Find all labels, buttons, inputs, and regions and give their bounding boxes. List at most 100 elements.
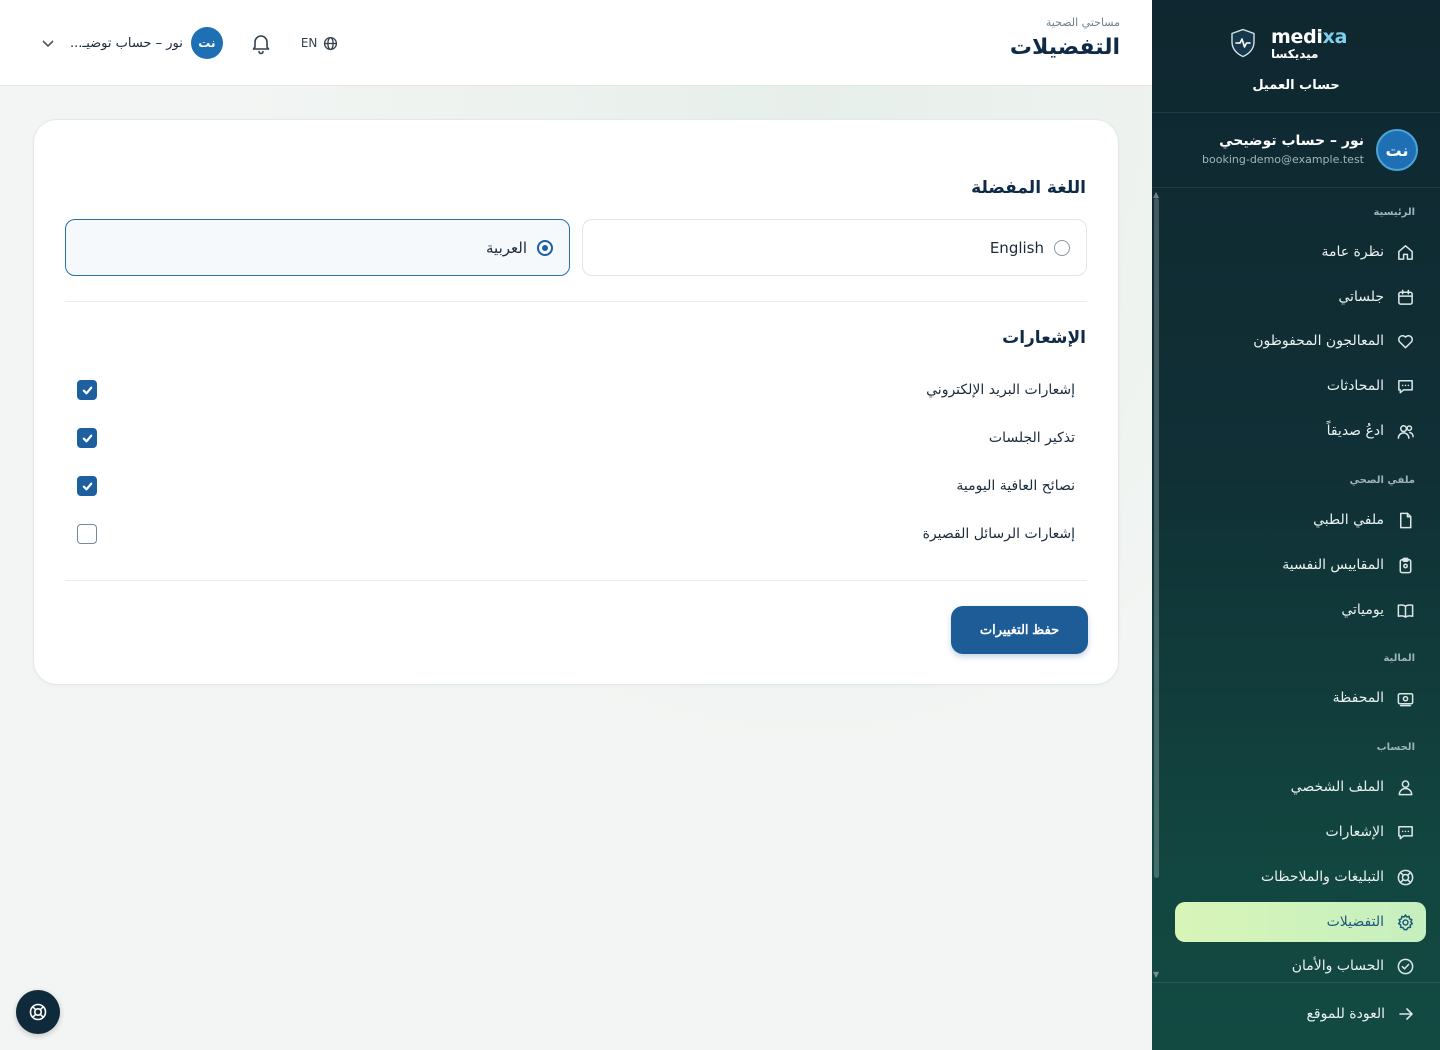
- top-bar: مساحتي الصحية التفضيلات نور – حساب توضيـ…: [0, 0, 1152, 86]
- sidebar-item-profile[interactable]: الملف الشخصي: [1175, 767, 1426, 807]
- user-menu-name[interactable]: نور – حساب توضيـ...: [70, 36, 183, 51]
- user-card: نت نور – حساب توضيحي booking-demo@exampl…: [1152, 113, 1440, 188]
- section-label-finance: المالية: [1383, 653, 1415, 664]
- sidebar-item-saved-therapists[interactable]: المعالجون المحفوظون: [1175, 321, 1426, 361]
- check-circle-icon: [1395, 956, 1415, 976]
- sidebar-item-wallet[interactable]: المحفظة: [1175, 678, 1426, 718]
- top-actions: نور – حساب توضيـ... نت EN: [40, 27, 339, 59]
- book-icon: [1395, 600, 1415, 620]
- radio-english[interactable]: [1054, 239, 1070, 256]
- sidebar-item-label: نظرة عامة: [1321, 244, 1384, 260]
- chevron-down-icon[interactable]: [40, 35, 56, 51]
- radio-arabic[interactable]: [537, 239, 553, 256]
- page-title: التفضيلات: [1009, 35, 1120, 60]
- brand-name-arabic: ميديكسا: [1271, 47, 1319, 61]
- save-button[interactable]: حفظ التغييرات: [951, 606, 1088, 654]
- heart-icon: [1395, 331, 1415, 351]
- section-label-account: الحساب: [1376, 742, 1415, 753]
- bell-icon[interactable]: [249, 31, 273, 55]
- sidebar-item-preferences[interactable]: التفضيلات: [1175, 902, 1426, 942]
- sidebar-item-reports-feedback[interactable]: التبليغات والملاحظات: [1175, 857, 1426, 897]
- session-reminders-checkbox[interactable]: [77, 428, 97, 448]
- gear-icon: [1395, 912, 1415, 932]
- sidebar-item-label: المعالجون المحفوظون: [1253, 333, 1384, 349]
- shield-logo-icon[interactable]: [1230, 28, 1256, 58]
- sidebar-item-notifications[interactable]: الإشعارات: [1175, 812, 1426, 852]
- language-code: EN: [300, 36, 318, 50]
- file-icon: [1395, 510, 1415, 530]
- avatar[interactable]: نت: [190, 27, 223, 59]
- sidebar-item-overview[interactable]: نظرة عامة: [1175, 232, 1426, 272]
- sidebar-item-account-security[interactable]: الحساب والأمان: [1175, 946, 1426, 986]
- user-email: booking-demo@example.test: [1202, 153, 1364, 166]
- sidebar-item-label: المحادثات: [1326, 378, 1384, 394]
- notification-label: نصائح العافية اليومية: [956, 478, 1075, 494]
- email-notifications-checkbox[interactable]: [77, 380, 97, 400]
- message-icon: [1395, 822, 1415, 842]
- sidebar-item-label: التفضيلات: [1326, 914, 1384, 930]
- sidebar-item-psych-scales[interactable]: المقاييس النفسية: [1175, 545, 1426, 585]
- home-icon: [1395, 242, 1415, 262]
- section-label-health-record: ملفي الصحي: [1349, 475, 1415, 486]
- brand-header: medixa ميديكسا حساب العميل: [1152, 0, 1440, 113]
- globe-icon: [324, 36, 338, 50]
- lifebuoy-icon: [29, 1003, 47, 1021]
- brand-name-suffix: xa: [1322, 26, 1348, 48]
- sidebar-item-label: المحفظة: [1332, 690, 1384, 706]
- notifications-section-title: الإشعارات: [1002, 328, 1086, 348]
- language-section-title: اللغة المفضلة: [971, 178, 1086, 198]
- notification-row-email: إشعارات البريد الإلكتروني: [77, 378, 1075, 402]
- divider: [65, 301, 1087, 302]
- account-type-label: حساب العميل: [1252, 78, 1340, 93]
- calendar-icon: [1395, 287, 1415, 307]
- language-label-english: English: [989, 238, 1044, 257]
- notification-label: إشعارات الرسائل القصيرة: [922, 526, 1075, 542]
- language-option-english[interactable]: English: [582, 219, 1087, 276]
- section-label-main: الرئيسية: [1373, 207, 1415, 218]
- sidebar-item-label: المقاييس النفسية: [1282, 557, 1384, 573]
- brand-name-prefix: medi: [1271, 26, 1323, 48]
- chat-icon: [1395, 376, 1415, 396]
- wellness-tips-checkbox[interactable]: [77, 476, 97, 496]
- notification-label: إشعارات البريد الإلكتروني: [926, 382, 1075, 398]
- sms-notifications-checkbox[interactable]: [77, 524, 97, 544]
- notification-row-session-reminders: تذكير الجلسات: [77, 426, 1075, 450]
- back-to-site-link[interactable]: العودة للموقع: [1152, 982, 1440, 1050]
- brand-name[interactable]: medixa: [1271, 26, 1347, 48]
- user-name: نور – حساب توضيحي: [1219, 133, 1364, 149]
- sidebar-item-label: الحساب والأمان: [1291, 958, 1384, 974]
- sidebar-item-label: ملفي الطبي: [1313, 512, 1384, 528]
- sidebar-scrollbar[interactable]: [1154, 198, 1159, 878]
- avatar[interactable]: نت: [1376, 129, 1418, 171]
- scroll-down-icon[interactable]: ▼: [1153, 970, 1159, 979]
- language-label-arabic: العربية: [486, 238, 527, 257]
- language-option-arabic[interactable]: العربية: [65, 219, 570, 276]
- sidebar-item-journal[interactable]: يومياتي: [1175, 590, 1426, 630]
- sidebar-item-label: الإشعارات: [1325, 824, 1384, 840]
- divider: [65, 580, 1087, 581]
- language-switcher[interactable]: EN: [301, 36, 339, 51]
- back-to-site-label: العودة للموقع: [1306, 1006, 1385, 1022]
- sidebar-item-label: جلساتي: [1338, 289, 1384, 305]
- wallet-icon: [1395, 688, 1415, 708]
- users-icon: [1395, 421, 1415, 441]
- sidebar-item-label: ادعُ صديقاً: [1326, 423, 1384, 439]
- sidebar-item-medical-file[interactable]: ملفي الطبي: [1175, 500, 1426, 540]
- user-icon: [1395, 777, 1415, 797]
- notification-row-wellness-tips: نصائح العافية اليومية: [77, 474, 1075, 498]
- sidebar-item-invite-friend[interactable]: ادعُ صديقاً: [1175, 411, 1426, 451]
- preferences-card: اللغة المفضلة العربية English الإشعارات …: [33, 119, 1119, 685]
- clipboard-icon: [1395, 555, 1415, 575]
- breadcrumb: مساحتي الصحية: [1045, 16, 1120, 29]
- lifebuoy-icon: [1395, 867, 1415, 887]
- sidebar-item-label: الملف الشخصي: [1290, 779, 1384, 795]
- sidebar-item-conversations[interactable]: المحادثات: [1175, 366, 1426, 406]
- notification-label: تذكير الجلسات: [988, 430, 1075, 446]
- help-button[interactable]: [16, 990, 60, 1034]
- notification-row-sms: إشعارات الرسائل القصيرة: [77, 522, 1075, 546]
- sidebar-item-label: يومياتي: [1341, 602, 1384, 618]
- sidebar-nav: ▲ ▼ الرئيسية نظرة عامة جلساتي المعالجون …: [1152, 190, 1440, 980]
- arrow-right-icon: [1399, 1008, 1413, 1020]
- sidebar-item-sessions[interactable]: جلساتي: [1175, 277, 1426, 317]
- sidebar-item-label: التبليغات والملاحظات: [1260, 869, 1384, 885]
